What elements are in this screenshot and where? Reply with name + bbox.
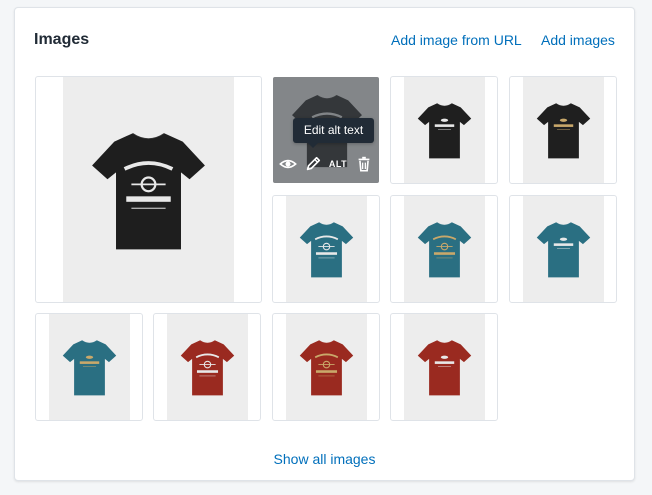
edit-alt-text-tooltip: Edit alt text: [293, 118, 374, 148]
t-shirt-photo: [286, 314, 367, 420]
product-image-thumbnail[interactable]: [272, 313, 380, 421]
add-image-from-url-link[interactable]: Add image from URL: [391, 32, 522, 48]
edit-pencil-icon[interactable]: [302, 155, 324, 173]
product-image-thumbnail[interactable]: [390, 195, 498, 303]
add-images-link[interactable]: Add images: [541, 32, 615, 48]
preview-eye-icon[interactable]: [277, 155, 299, 173]
edit-alt-text-button[interactable]: ALT: [326, 155, 350, 173]
t-shirt-photo: [167, 314, 248, 420]
product-image-thumbnail[interactable]: [35, 313, 143, 421]
alt-label: ALT: [328, 159, 348, 169]
show-all-images-link[interactable]: Show all images: [15, 451, 634, 467]
t-shirt-photo: [404, 314, 485, 420]
t-shirt-photo: [523, 196, 604, 302]
t-shirt-photo: [63, 77, 234, 302]
product-image-thumbnail[interactable]: [509, 76, 617, 184]
section-title: Images: [34, 31, 90, 48]
delete-trash-icon[interactable]: [353, 155, 375, 173]
product-image-thumbnail[interactable]: [272, 195, 380, 303]
t-shirt-photo: [523, 77, 604, 183]
t-shirt-photo: [286, 196, 367, 302]
product-image-thumbnail[interactable]: [390, 76, 498, 184]
product-image-thumbnail[interactable]: [390, 313, 498, 421]
product-image-thumbnail[interactable]: [509, 195, 617, 303]
t-shirt-photo: [404, 196, 485, 302]
t-shirt-photo: [49, 314, 130, 420]
images-card: Images Add image from URL Add images ALT: [14, 7, 635, 481]
product-image-thumbnail[interactable]: [153, 313, 261, 421]
featured-product-image[interactable]: [35, 76, 262, 303]
t-shirt-photo: [404, 77, 485, 183]
